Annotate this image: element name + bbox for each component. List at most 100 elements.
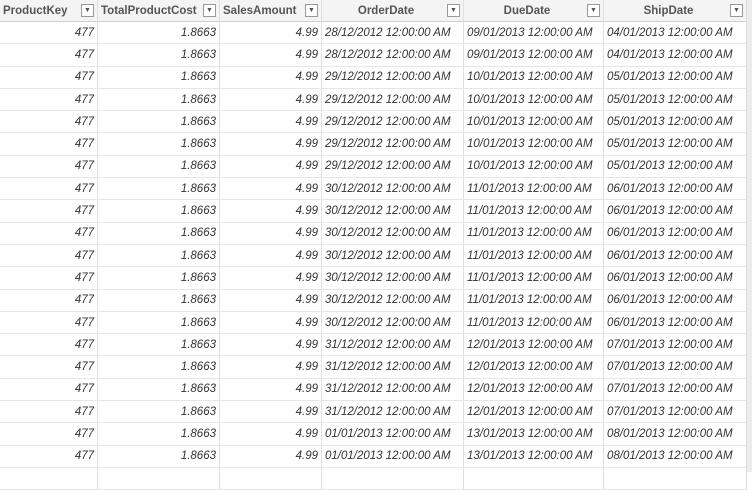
table-cell[interactable]: 477	[0, 222, 98, 244]
table-cell[interactable]: 1.8663	[98, 22, 220, 44]
table-cell[interactable]: 477	[0, 378, 98, 401]
table-cell[interactable]: 31/12/2012 12:00:00 AM	[322, 378, 464, 401]
table-cell[interactable]: 30/12/2012 12:00:00 AM	[322, 311, 464, 334]
table-cell[interactable]: 4.99	[220, 401, 322, 423]
filter-dropdown-icon[interactable]: ▼	[447, 4, 460, 17]
column-header-productkey[interactable]: ProductKey ▼	[0, 0, 98, 21]
table-cell[interactable]: 04/01/2013 12:00:00 AM	[604, 22, 746, 43]
table-cell[interactable]: 09/01/2013 12:00:00 AM	[464, 22, 604, 44]
filter-dropdown-icon[interactable]: ▼	[305, 4, 318, 17]
table-cell[interactable]: 06/01/2013 12:00:00 AM	[604, 223, 746, 244]
table-cell[interactable]: 01/01/2013 12:00:00 AM	[322, 445, 464, 467]
table-cell[interactable]: 4.99	[220, 267, 322, 289]
table-cell[interactable]: 07/01/2013 12:00:00 AM	[604, 401, 746, 422]
table-cell[interactable]: 4.99	[220, 244, 322, 267]
table-cell[interactable]: 477	[0, 244, 98, 267]
table-cell[interactable]: 11/01/2013 12:00:00 AM	[464, 178, 604, 200]
table-cell[interactable]: 4.99	[220, 356, 322, 378]
filter-dropdown-icon[interactable]: ▼	[81, 4, 94, 17]
table-cell[interactable]: 1.8663	[98, 289, 220, 311]
table-cell[interactable]: 1.8663	[98, 423, 220, 445]
table-cell[interactable]: 10/01/2013 12:00:00 AM	[464, 66, 604, 88]
table-cell[interactable]: 1.8663	[98, 111, 220, 133]
table-cell[interactable]: 4.99	[220, 178, 322, 200]
table-cell[interactable]: 4.99	[220, 222, 322, 244]
column-header-totalproductcost[interactable]: TotalProductCost ▼	[98, 0, 220, 21]
table-cell[interactable]: 01/01/2013 12:00:00 AM	[322, 423, 464, 445]
table-cell[interactable]: 10/01/2013 12:00:00 AM	[464, 133, 604, 155]
table-cell[interactable]: 29/12/2012 12:00:00 AM	[322, 155, 464, 178]
table-cell[interactable]: 477	[0, 334, 98, 356]
table-cell[interactable]: 477	[0, 445, 98, 467]
table-cell[interactable]: 477	[0, 311, 98, 334]
table-cell[interactable]: 11/01/2013 12:00:00 AM	[464, 267, 604, 289]
table-cell[interactable]	[604, 468, 746, 489]
table-cell[interactable]: 477	[0, 44, 98, 66]
table-cell[interactable]: 4.99	[220, 133, 322, 155]
table-cell[interactable]: 1.8663	[98, 155, 220, 178]
filter-dropdown-icon[interactable]: ▼	[203, 4, 216, 17]
table-cell[interactable]: 07/01/2013 12:00:00 AM	[604, 356, 746, 377]
table-cell[interactable]: 4.99	[220, 311, 322, 334]
table-cell[interactable]: 477	[0, 155, 98, 178]
table-cell[interactable]: 10/01/2013 12:00:00 AM	[464, 111, 604, 133]
table-cell[interactable]: 477	[0, 267, 98, 289]
column-header-duedate[interactable]: DueDate ▼	[464, 0, 604, 21]
column-header-salesamount[interactable]: SalesAmount ▼	[220, 0, 322, 21]
table-cell[interactable]: 12/01/2013 12:00:00 AM	[464, 378, 604, 401]
table-cell[interactable]: 1.8663	[98, 334, 220, 356]
filter-dropdown-icon[interactable]: ▼	[730, 4, 743, 17]
table-cell[interactable]: 06/01/2013 12:00:00 AM	[604, 200, 746, 221]
table-cell[interactable]: 11/01/2013 12:00:00 AM	[464, 311, 604, 334]
table-cell[interactable]: 06/01/2013 12:00:00 AM	[604, 245, 746, 266]
table-cell[interactable]: 11/01/2013 12:00:00 AM	[464, 200, 604, 222]
table-cell[interactable]: 1.8663	[98, 378, 220, 401]
table-cell[interactable]: 30/12/2012 12:00:00 AM	[322, 222, 464, 244]
table-cell[interactable]: 31/12/2012 12:00:00 AM	[322, 334, 464, 356]
table-cell[interactable]: 1.8663	[98, 222, 220, 244]
table-cell[interactable]: 30/12/2012 12:00:00 AM	[322, 267, 464, 289]
table-cell[interactable]: 4.99	[220, 423, 322, 445]
table-cell[interactable]: 10/01/2013 12:00:00 AM	[464, 88, 604, 111]
table-cell[interactable]: 477	[0, 356, 98, 378]
table-cell[interactable]: 31/12/2012 12:00:00 AM	[322, 356, 464, 378]
column-header-orderdate[interactable]: OrderDate ▼	[322, 0, 464, 21]
table-cell[interactable]: 12/01/2013 12:00:00 AM	[464, 401, 604, 423]
table-cell[interactable]: 4.99	[220, 111, 322, 133]
table-cell[interactable]: 1.8663	[98, 356, 220, 378]
table-cell[interactable]: 4.99	[220, 44, 322, 66]
table-cell[interactable]: 06/01/2013 12:00:00 AM	[604, 267, 746, 288]
table-cell[interactable]: 12/01/2013 12:00:00 AM	[464, 356, 604, 378]
table-cell[interactable]: 30/12/2012 12:00:00 AM	[322, 178, 464, 200]
table-cell[interactable]: 29/12/2012 12:00:00 AM	[322, 66, 464, 88]
table-cell[interactable]: 05/01/2013 12:00:00 AM	[604, 89, 746, 110]
table-cell[interactable]: 07/01/2013 12:00:00 AM	[604, 334, 746, 355]
table-cell[interactable]: 29/12/2012 12:00:00 AM	[322, 88, 464, 111]
table-cell[interactable]: 11/01/2013 12:00:00 AM	[464, 289, 604, 311]
table-cell[interactable]: 09/01/2013 12:00:00 AM	[464, 44, 604, 66]
table-cell[interactable]: 4.99	[220, 334, 322, 356]
table-cell[interactable]: 1.8663	[98, 66, 220, 88]
table-cell[interactable]: 1.8663	[98, 88, 220, 111]
table-cell[interactable]: 4.99	[220, 155, 322, 178]
table-cell[interactable]: 10/01/2013 12:00:00 AM	[464, 155, 604, 178]
table-cell[interactable]: 1.8663	[98, 267, 220, 289]
table-cell[interactable]: 1.8663	[98, 401, 220, 423]
table-cell[interactable]: 13/01/2013 12:00:00 AM	[464, 445, 604, 467]
table-cell[interactable]: 06/01/2013 12:00:00 AM	[604, 178, 746, 199]
table-cell[interactable]: 05/01/2013 12:00:00 AM	[604, 156, 746, 177]
table-cell[interactable]: 477	[0, 401, 98, 423]
table-cell[interactable]: 477	[0, 66, 98, 88]
table-cell[interactable]: 05/01/2013 12:00:00 AM	[604, 67, 746, 88]
table-cell[interactable]: 13/01/2013 12:00:00 AM	[464, 423, 604, 445]
table-cell[interactable]: 08/01/2013 12:00:00 AM	[604, 423, 746, 444]
table-cell[interactable]: 4.99	[220, 22, 322, 44]
table-cell[interactable]: 4.99	[220, 200, 322, 222]
table-cell[interactable]: 11/01/2013 12:00:00 AM	[464, 222, 604, 244]
table-cell[interactable]: 477	[0, 22, 98, 44]
scrollbar[interactable]	[747, 0, 752, 472]
table-cell[interactable]	[220, 467, 322, 490]
table-cell[interactable]: 4.99	[220, 378, 322, 401]
table-cell[interactable]	[464, 467, 604, 490]
table-cell[interactable]	[0, 467, 98, 490]
